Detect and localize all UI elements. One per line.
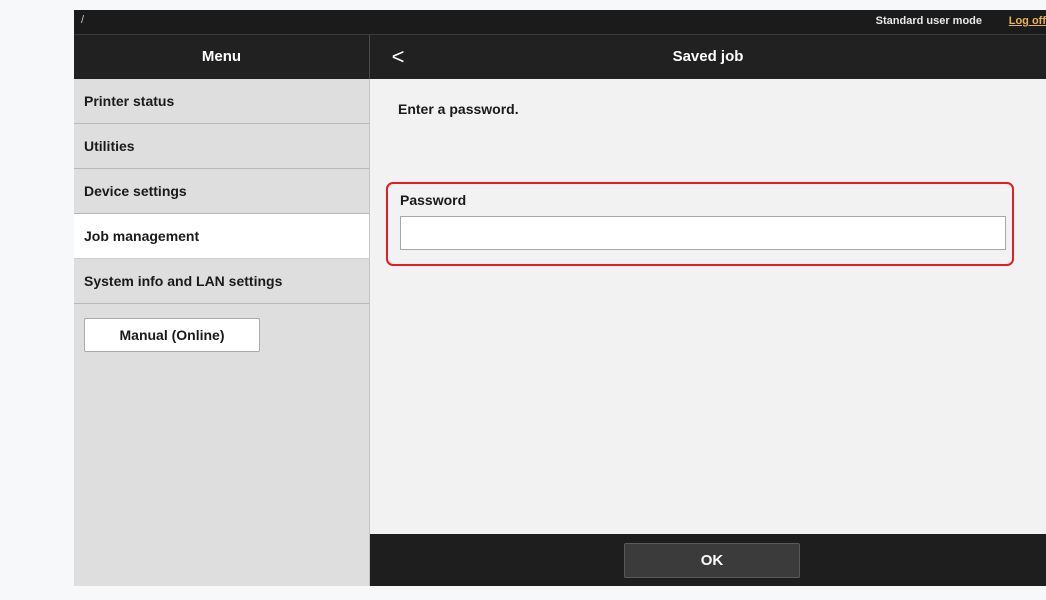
sidebar-item-utilities[interactable]: Utilities bbox=[74, 124, 369, 169]
password-prompt: Enter a password. bbox=[398, 101, 519, 117]
sidebar-item-system-info[interactable]: System info and LAN settings bbox=[74, 259, 369, 304]
sidebar-item-job-management[interactable]: Job management bbox=[74, 214, 369, 259]
breadcrumb-separator: / bbox=[81, 14, 85, 26]
header-bar: Menu Saved job < bbox=[74, 35, 1046, 79]
chevron-left-icon[interactable]: < bbox=[386, 35, 410, 79]
menu-title: Menu bbox=[201, 48, 242, 65]
password-highlight-box: Password bbox=[386, 182, 1014, 266]
password-input[interactable] bbox=[400, 216, 1006, 250]
log-off-link[interactable]: Log off bbox=[1009, 15, 1046, 27]
footer-bar: OK bbox=[370, 534, 1046, 586]
password-label: Password bbox=[400, 192, 467, 208]
page-title: Saved job bbox=[672, 48, 744, 65]
sidebar-item-printer-status[interactable]: Printer status bbox=[74, 79, 369, 124]
ok-button[interactable]: OK bbox=[624, 543, 800, 578]
status-bar: / Standard user mode Log off bbox=[74, 10, 1046, 35]
app-frame: / Standard user mode Log off Menu Saved … bbox=[74, 10, 1046, 586]
main-content: Enter a password. Password bbox=[370, 79, 1046, 534]
manual-online-button[interactable]: Manual (Online) bbox=[84, 318, 260, 352]
sidebar-item-device-settings[interactable]: Device settings bbox=[74, 169, 369, 214]
user-mode-label: Standard user mode bbox=[875, 15, 982, 27]
sidebar: Printer status Utilities Device settings… bbox=[74, 79, 370, 586]
